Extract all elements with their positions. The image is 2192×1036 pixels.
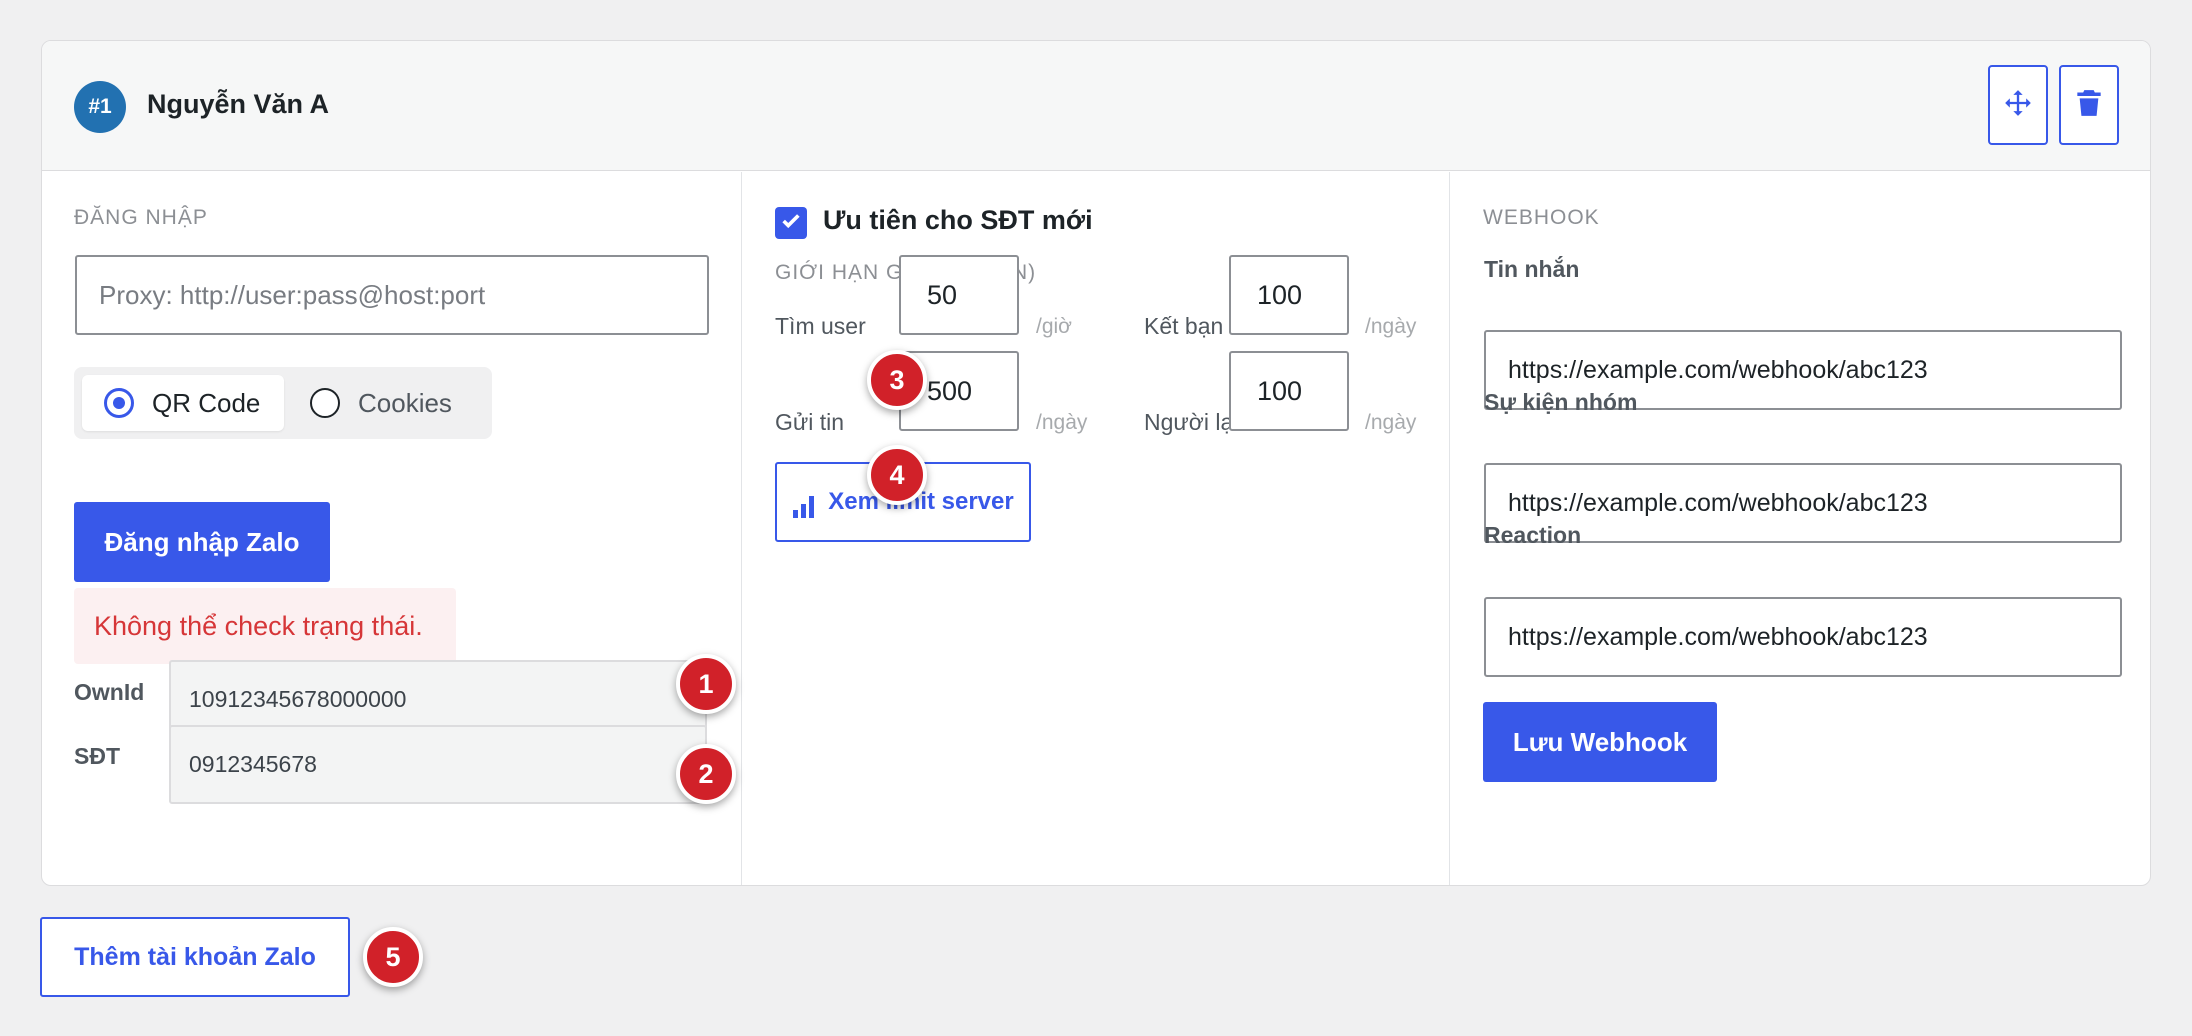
phone-field[interactable]: 0912345678 — [169, 725, 707, 804]
radio-label-cookies: Cookies — [358, 387, 452, 418]
radio-label-qr-code: QR Code — [152, 387, 261, 418]
account-name: Nguyễn Văn A — [147, 89, 330, 119]
account-card: #1 Nguyễn Văn A ĐĂNG NHẬP QR Code Cookie… — [41, 40, 2151, 886]
reaction-webhook-input[interactable] — [1484, 597, 2122, 677]
annotation-marker-4: 4 — [867, 445, 927, 505]
login-section-title: ĐĂNG NHẬP — [74, 206, 208, 229]
status-error-message: Không thể check trạng thái. — [74, 588, 456, 664]
send-message-label: Gửi tin — [775, 409, 845, 435]
priority-checkbox[interactable] — [775, 207, 807, 239]
find-user-unit: /giờ — [1036, 315, 1072, 338]
annotation-marker-3: 3 — [867, 350, 927, 410]
checkmark-icon — [780, 210, 802, 237]
add-friend-label: Kết bạn — [1144, 313, 1224, 339]
add-zalo-account-button[interactable]: Thêm tài khoản Zalo — [40, 917, 350, 997]
webhook-column: WEBHOOK Tin nhắn Sự kiện nhóm Reaction L… — [1450, 172, 2150, 885]
message-webhook-label: Tin nhắn — [1484, 256, 1580, 282]
annotation-marker-5: 5 — [363, 927, 423, 987]
stranger-unit: /ngày — [1365, 411, 1417, 434]
find-user-input[interactable] — [899, 255, 1019, 335]
annotation-marker-1: 1 — [676, 654, 736, 714]
save-webhook-button[interactable]: Lưu Webhook — [1483, 702, 1717, 782]
login-method-radio-group: QR Code Cookies — [74, 367, 492, 439]
add-friend-unit: /ngày — [1365, 315, 1417, 338]
bar-chart-icon — [792, 494, 816, 525]
login-zalo-button[interactable]: Đăng nhập Zalo — [74, 502, 330, 582]
webhook-section-title: WEBHOOK — [1483, 206, 1600, 229]
proxy-input[interactable] — [75, 255, 709, 335]
stranger-input[interactable] — [1229, 351, 1349, 431]
radio-cookies[interactable]: Cookies — [292, 375, 482, 431]
radio-circle-unchecked — [310, 388, 340, 418]
send-message-unit: /ngày — [1036, 411, 1088, 434]
account-number-badge: #1 — [74, 81, 126, 133]
add-friend-input[interactable] — [1229, 255, 1349, 335]
priority-label: Ưu tiên cho SĐT mới — [823, 205, 1093, 235]
card-header: #1 Nguyễn Văn A — [42, 41, 2150, 171]
delete-button[interactable] — [2059, 65, 2119, 145]
group-event-webhook-label: Sự kiện nhóm — [1484, 389, 1638, 415]
find-user-label: Tìm user — [775, 313, 866, 339]
login-column: ĐĂNG NHẬP QR Code Cookies Đăng nhập Zalo… — [42, 172, 742, 885]
phone-label: SĐT — [74, 743, 120, 769]
annotation-marker-2: 2 — [676, 744, 736, 804]
radio-circle-checked — [104, 388, 134, 418]
radio-qr-code[interactable]: QR Code — [82, 375, 284, 431]
stranger-label: Người lạ — [1144, 409, 1234, 435]
move-arrows-icon — [2004, 89, 2032, 122]
limits-column: Ưu tiên cho SĐT mới GIỚI HẠN GỬI (PLUGIN… — [742, 172, 1450, 885]
trash-icon — [2077, 89, 2101, 122]
reaction-webhook-label: Reaction — [1484, 522, 1582, 548]
move-button[interactable] — [1988, 65, 2048, 145]
ownid-label: OwnId — [74, 679, 145, 705]
